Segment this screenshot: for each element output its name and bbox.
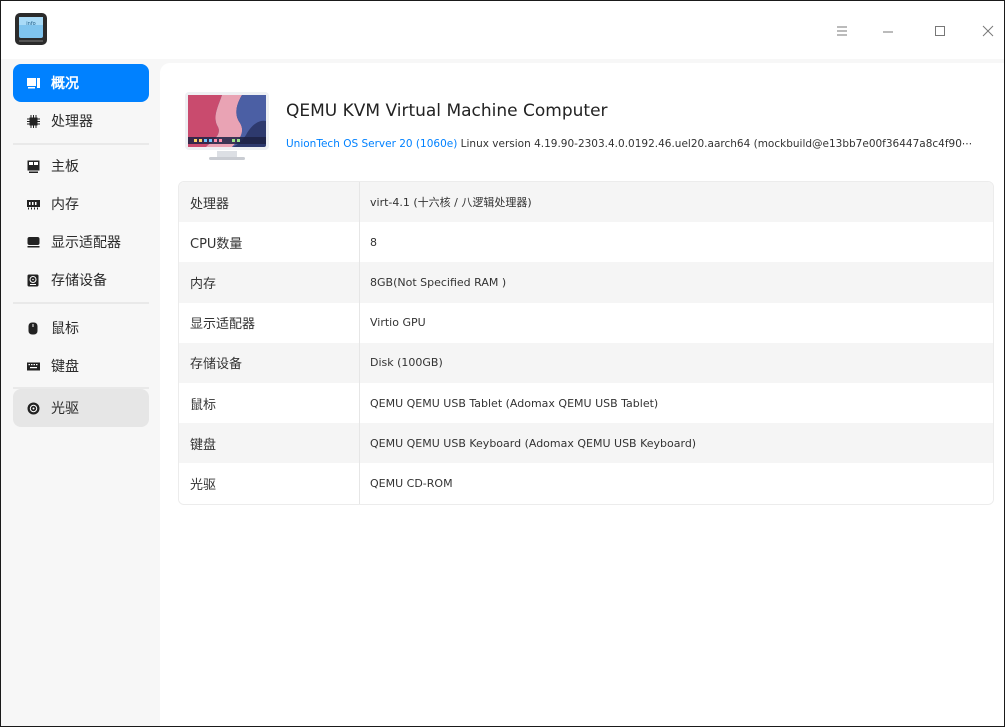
device-manager-window: info 概况 处理器 主板 内存 显示适配器 存储设备 鼠标 键盘 光驱 QE… <box>0 0 1005 727</box>
row-value: virt-4.1 (十六核 / 八逻辑处理器) <box>370 196 532 210</box>
close-button[interactable] <box>975 18 1001 44</box>
row-label: 显示适配器 <box>179 302 360 343</box>
sidebar-item-memory[interactable]: 内存 <box>13 185 149 223</box>
row-label: 处理器 <box>179 182 360 223</box>
menu-button[interactable] <box>829 18 855 44</box>
row-value: Disk (100GB) <box>370 356 443 370</box>
maximize-button[interactable] <box>927 18 953 44</box>
sidebar-item-label: 内存 <box>51 197 79 213</box>
row-value: 8GB(Not Specified RAM ) <box>370 275 507 289</box>
os-info-line: UnionTech OS Server 20 (1060e) Linux ver… <box>286 138 1000 150</box>
row-label: 内存 <box>179 262 360 303</box>
row-value: QEMU QEMU USB Keyboard (Adomax QEMU USB … <box>370 436 697 450</box>
sidebar: 概况 处理器 主板 内存 显示适配器 存储设备 鼠标 键盘 光驱 <box>1 59 158 726</box>
optical-drive-icon <box>26 401 40 415</box>
sidebar-item-optical-drive[interactable]: 光驱 <box>13 389 149 427</box>
close-icon <box>982 25 994 37</box>
row-value: Virtio GPU <box>370 316 426 330</box>
machine-title: QEMU KVM Virtual Machine Computer <box>286 101 608 121</box>
display-adapter-icon <box>26 235 40 249</box>
kernel-version-text: Linux version 4.19.90-2303.4.0.0192.46.u… <box>457 138 973 150</box>
sidebar-item-motherboard[interactable]: 主板 <box>13 147 149 185</box>
sidebar-item-cpu[interactable]: 处理器 <box>13 102 149 140</box>
table-row: 存储设备 Disk (100GB) <box>179 342 993 383</box>
sidebar-item-label: 键盘 <box>51 359 79 375</box>
table-row: 键盘 QEMU QEMU USB Keyboard (Adomax QEMU U… <box>179 423 993 464</box>
table-row: 光驱 QEMU CD-ROM <box>179 463 993 504</box>
keyboard-icon <box>26 359 40 373</box>
mouse-icon <box>26 321 40 335</box>
sidebar-divider <box>13 302 149 304</box>
sidebar-item-mouse[interactable]: 鼠标 <box>13 309 149 347</box>
overview-panel: QEMU KVM Virtual Machine Computer UnionT… <box>160 63 1004 726</box>
row-label: 键盘 <box>179 423 360 464</box>
sidebar-item-label: 概况 <box>51 76 79 92</box>
sidebar-item-label: 鼠标 <box>51 321 79 337</box>
app-icon-text: info <box>26 21 35 27</box>
sidebar-item-label: 存储设备 <box>51 273 107 289</box>
row-label: 光驱 <box>179 463 360 504</box>
os-name-link[interactable]: UnionTech OS Server 20 (1060e) <box>286 138 457 150</box>
memory-icon <box>26 197 40 211</box>
sidebar-item-overview[interactable]: 概况 <box>13 64 149 102</box>
overview-icon <box>26 76 40 90</box>
titlebar: info <box>1 1 1004 59</box>
row-label: 鼠标 <box>179 382 360 424</box>
sidebar-item-label: 光驱 <box>51 401 79 417</box>
sidebar-item-keyboard[interactable]: 键盘 <box>13 347 149 385</box>
sidebar-item-label: 显示适配器 <box>51 235 121 251</box>
table-row: 内存 8GB(Not Specified RAM ) <box>179 262 993 303</box>
info-table: 处理器 virt-4.1 (十六核 / 八逻辑处理器) CPU数量 8 内存 8… <box>178 181 994 505</box>
cpu-icon <box>26 114 40 128</box>
table-row: 处理器 virt-4.1 (十六核 / 八逻辑处理器) <box>179 182 993 223</box>
menu-icon <box>837 26 847 36</box>
computer-monitor-icon <box>185 92 269 160</box>
device-manager-app-icon: info <box>15 13 47 45</box>
maximize-icon <box>935 26 945 36</box>
row-value: QEMU QEMU USB Tablet (Adomax QEMU USB Ta… <box>370 396 659 410</box>
table-row: CPU数量 8 <box>179 222 993 263</box>
minimize-icon <box>883 31 893 33</box>
row-value: QEMU CD-ROM <box>370 476 453 490</box>
row-label: 存储设备 <box>179 342 360 383</box>
sidebar-item-storage[interactable]: 存储设备 <box>13 261 149 299</box>
row-label: CPU数量 <box>179 222 360 263</box>
sidebar-divider <box>13 143 149 145</box>
minimize-button[interactable] <box>875 18 901 44</box>
sidebar-item-label: 处理器 <box>51 114 93 130</box>
sidebar-item-display-adapter[interactable]: 显示适配器 <box>13 223 149 261</box>
table-row: 显示适配器 Virtio GPU <box>179 302 993 343</box>
storage-icon <box>26 273 40 287</box>
row-value: 8 <box>370 235 377 249</box>
table-row: 鼠标 QEMU QEMU USB Tablet (Adomax QEMU USB… <box>179 382 993 424</box>
motherboard-icon <box>26 159 40 173</box>
sidebar-item-label: 主板 <box>51 159 79 175</box>
